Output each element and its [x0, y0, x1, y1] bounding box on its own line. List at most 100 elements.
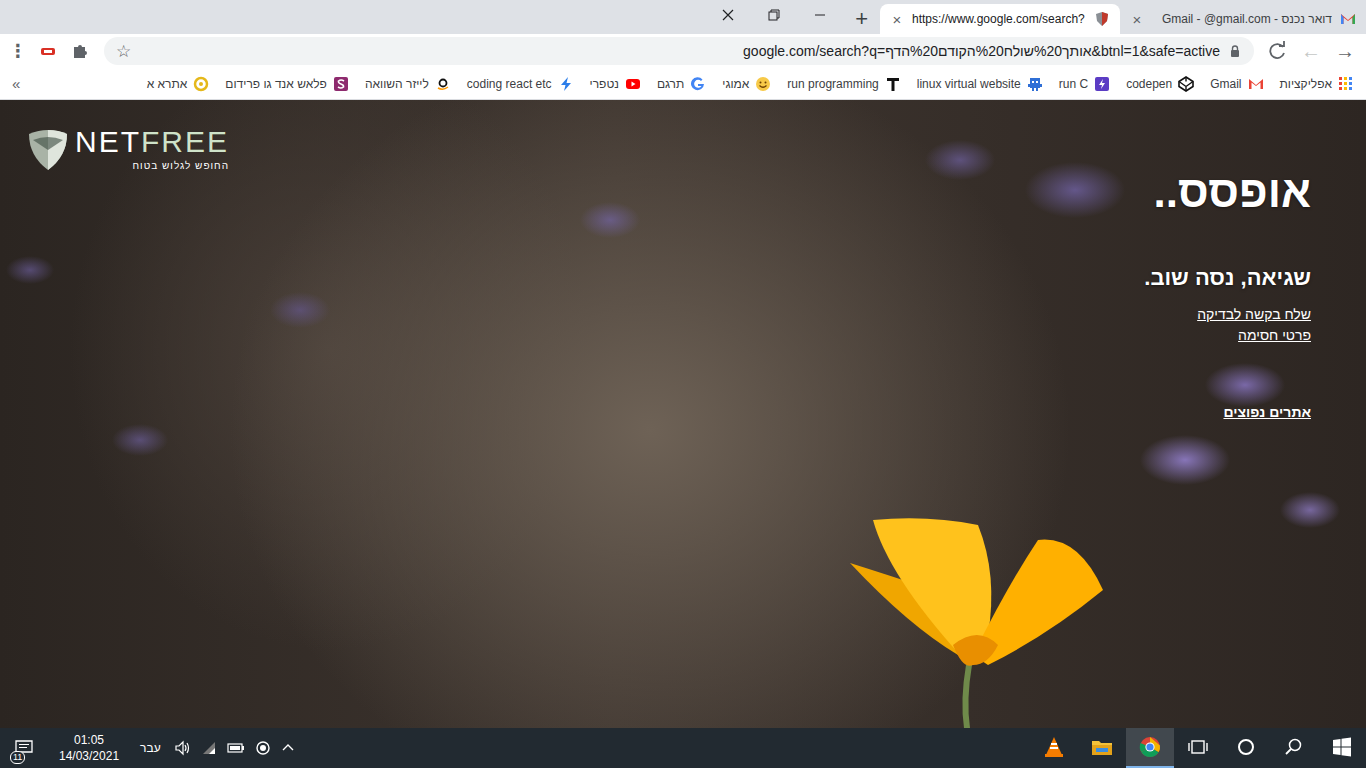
link[interactable]: שלח בקשה לבדיקה [1197, 305, 1311, 323]
window-controls [705, 0, 843, 30]
bookmark-label: אתרא א [147, 77, 188, 91]
restore-icon[interactable] [751, 0, 797, 30]
record-icon[interactable] [255, 740, 271, 756]
date: 14/03/2021 [59, 748, 119, 764]
tab[interactable]: https://www.google.com/search? × [880, 4, 1120, 34]
lock-icon[interactable] [1228, 44, 1242, 58]
popular-sites-link[interactable]: אתרים נפוצים [1223, 403, 1311, 421]
bookmark[interactable]: לייזר השוואה [365, 76, 451, 92]
netfree-shield-icon [25, 126, 71, 172]
bookmark[interactable]: אמוגי [722, 76, 771, 92]
taskbar-button[interactable] [1078, 728, 1126, 768]
tab[interactable]: דואר נכנס - Gmail - @gmail.com × [1120, 4, 1366, 34]
block-page: אופסס.. שגיאה, נסה שוב. שלח בקשה לבדיקה פ… [0, 100, 1366, 728]
youtube-icon [625, 76, 641, 92]
heading: אופסס.. [1154, 166, 1311, 219]
bookmark-label: פלאש אנד גו פרידום [225, 77, 327, 91]
codepen-icon [1178, 76, 1194, 92]
bookmark[interactable]: תרגם [657, 76, 706, 92]
tab-label: https://www.google.com/search? [912, 12, 1086, 26]
cortana-icon [1234, 735, 1258, 759]
bookmark-label: לייזר השוואה [365, 77, 429, 91]
bookmark[interactable]: Gmail [1210, 76, 1263, 92]
chevron-up-icon[interactable] [280, 740, 296, 756]
clock[interactable]: 01:05 14/03/2021 [51, 732, 127, 764]
volume-icon[interactable] [174, 740, 192, 756]
chrome-icon [1138, 735, 1162, 759]
s-purple-icon [333, 76, 349, 92]
forward-button[interactable]: ← [1296, 40, 1326, 63]
search-icon [1282, 735, 1306, 759]
netfree-shield-icon [1094, 11, 1110, 27]
bookmark-label: אמוגי [722, 77, 749, 91]
error-message: שגיאה, נסה שוב. [1144, 265, 1311, 291]
logo-text: NETFREE החופש לגלוש בטוח [75, 127, 229, 171]
notification-count: 11 [10, 751, 25, 764]
taskbar: עבר 01:05 14/03/2021 11 [0, 728, 1366, 768]
minimize-icon[interactable] [797, 0, 843, 30]
bookmark-star-button[interactable]: ☆ [116, 41, 131, 62]
apps-icon [1338, 76, 1354, 92]
bookmark-label: run C [1059, 77, 1088, 91]
notification-center-button[interactable]: 11 [6, 728, 42, 768]
browser-window: דואר נכנס - Gmail - @gmail.com × https:/… [0, 0, 1366, 768]
taskview-icon [1186, 735, 1210, 759]
bookmark-label: run programming [787, 77, 878, 91]
bookmark-label: coding react etc [467, 77, 552, 91]
chrome-menu-button[interactable]: ⋮ [6, 40, 30, 62]
bookmark[interactable]: פלאש אנד גו פרידום [225, 76, 349, 92]
flower-photo [848, 515, 1110, 728]
bookmark-label: אפליקציות [1280, 77, 1332, 91]
bookmark[interactable]: run C [1059, 76, 1110, 92]
bookmarks-overflow-button[interactable]: » [12, 75, 20, 92]
pixel-icon [1027, 76, 1043, 92]
extension-icon[interactable] [34, 37, 62, 65]
battery-icon[interactable] [226, 740, 246, 756]
taskbar-button[interactable] [1318, 728, 1366, 768]
gmail-icon [1340, 11, 1356, 27]
bookmark[interactable]: אתרא א [147, 76, 210, 92]
url-text[interactable]: google.com/search?q=אותך%20שולח%20הקודם%… [139, 43, 1220, 59]
smiley-icon [755, 76, 771, 92]
taskbar-button[interactable] [1126, 728, 1174, 768]
bookmark[interactable]: linux virtual website [917, 76, 1043, 92]
wifi-icon[interactable] [201, 740, 217, 756]
taskbar-button[interactable] [1270, 728, 1318, 768]
bookmark[interactable]: נטפרי [590, 76, 641, 92]
google-icon [690, 76, 706, 92]
tab-close-button[interactable]: × [890, 11, 904, 28]
bookmark[interactable]: אפליקציות [1280, 76, 1354, 92]
bookmark[interactable]: run programming [787, 76, 900, 92]
system-tray: עבר 01:05 14/03/2021 11 [0, 728, 296, 768]
bolt-purple-icon [1094, 76, 1110, 92]
close-icon[interactable] [705, 0, 751, 30]
tab-strip: דואר נכנס - Gmail - @gmail.com × https:/… [0, 0, 1366, 34]
netfree-logo[interactable]: NETFREE החופש לגלוש בטוח [25, 126, 229, 172]
link[interactable]: פרטי חסימה [1238, 326, 1311, 344]
language-indicator[interactable]: עבר [136, 741, 165, 755]
toolbar: → ← google.com/search?q=אותך%20שולח%20הק… [0, 34, 1366, 68]
taskbar-button[interactable] [1222, 728, 1270, 768]
new-tab-button[interactable]: + [843, 4, 880, 34]
address-bar[interactable]: google.com/search?q=אותך%20שולח%20הקודם%… [104, 37, 1254, 65]
logo-name: NETFREE [75, 127, 229, 157]
time: 01:05 [74, 732, 104, 748]
vlc-icon [1042, 735, 1066, 759]
bookmark[interactable]: coding react etc [467, 76, 574, 92]
amazon-icon [435, 76, 451, 92]
taskbar-button[interactable] [1174, 728, 1222, 768]
bookmark-label: codepen [1126, 77, 1172, 91]
explorer-icon [1090, 735, 1114, 759]
ring-icon [193, 76, 209, 92]
taskbar-button[interactable] [1030, 728, 1078, 768]
tab-close-button[interactable]: × [1130, 11, 1144, 28]
bookmark-label: linux virtual website [917, 77, 1021, 91]
reload-icon[interactable] [1264, 37, 1292, 65]
bookmark[interactable]: codepen [1126, 76, 1194, 92]
back-button[interactable]: → [1330, 40, 1360, 63]
message-area: אופסס.. שגיאה, נסה שוב. שלח בקשה לבדיקה פ… [1144, 100, 1311, 421]
start-icon [1330, 735, 1354, 759]
letter-t-icon [885, 76, 901, 92]
extensions-puzzle-icon[interactable] [66, 37, 94, 65]
bookmark-label: נטפרי [590, 77, 619, 91]
